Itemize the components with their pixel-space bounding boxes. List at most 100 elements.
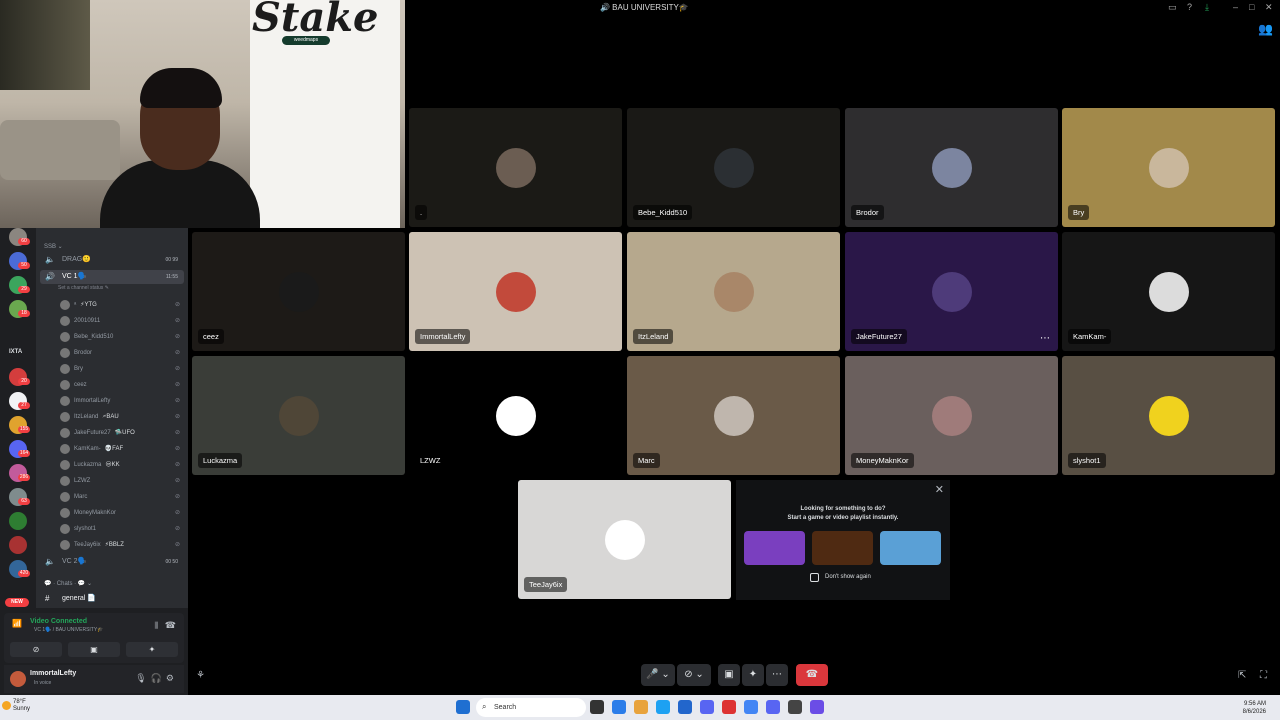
mic-icon[interactable]: 🎙 bbox=[135, 673, 150, 683]
clock[interactable]: 9:56 AM 8/6/2026 bbox=[1243, 700, 1266, 716]
video-tile[interactable]: Brodor bbox=[845, 108, 1058, 227]
edge-icon[interactable] bbox=[656, 700, 670, 714]
voice-user-row[interactable]: ᵃ ⚡YTG ⊘ bbox=[60, 297, 188, 313]
discord-icon[interactable] bbox=[700, 700, 714, 714]
video-tile[interactable]: Luckazma bbox=[192, 356, 405, 475]
end-call-button[interactable]: ☎ bbox=[796, 664, 828, 686]
video-tile[interactable]: MoneyMaknKor bbox=[845, 356, 1058, 475]
app-icon[interactable] bbox=[722, 700, 736, 714]
mic-button[interactable]: 🎤 ⌄ bbox=[641, 664, 675, 686]
task-view-icon[interactable] bbox=[590, 700, 604, 714]
voice-state-icons: ⊘ bbox=[174, 334, 180, 340]
noise-suppression-icon[interactable]: ⫼ bbox=[154, 621, 158, 631]
voice-user-row[interactable]: LZWZ ⊘ bbox=[60, 473, 188, 489]
chats-category-label[interactable]: 💬 · Chats · 💬 ⌄ bbox=[44, 580, 92, 587]
activity-thumbnail[interactable] bbox=[880, 531, 941, 565]
voice-user-row[interactable]: 20010911 ⊘ bbox=[60, 313, 188, 329]
video-tile[interactable]: . bbox=[409, 108, 622, 227]
voice-user-name: Marc bbox=[74, 494, 88, 500]
voice-user-row[interactable]: MoneyMaknKor ⊘ bbox=[60, 505, 188, 521]
voice-user-row[interactable]: ItzLeland 🗲BAU ⊘ bbox=[60, 409, 188, 425]
channel-status-hint[interactable]: Set a channel status ✎ bbox=[58, 285, 109, 291]
gear-icon[interactable]: ⚙ bbox=[166, 673, 178, 683]
app-icon[interactable] bbox=[788, 700, 802, 714]
voice-user-row[interactable]: slyshot1 ⊘ bbox=[60, 521, 188, 537]
video-tile[interactable]: TeeJay6ix bbox=[518, 480, 731, 599]
streamer-hair bbox=[140, 68, 222, 108]
voice-user-name: JakeFuture27 bbox=[74, 430, 111, 436]
server-icon[interactable] bbox=[9, 536, 27, 554]
activities-control[interactable]: ✦ bbox=[742, 664, 764, 686]
camera-button[interactable]: ⊘ ⌄ bbox=[677, 664, 711, 686]
help-icon[interactable]: ? bbox=[1187, 2, 1192, 12]
video-tile[interactable]: ceez bbox=[192, 232, 405, 351]
fullscreen-icon[interactable]: ⛶ bbox=[1260, 670, 1267, 681]
voice-user-row[interactable]: Luckazma 😒KK ⊘ bbox=[60, 457, 188, 473]
dont-show-checkbox[interactable] bbox=[810, 573, 819, 582]
voice-user-row[interactable]: Marc ⊘ bbox=[60, 489, 188, 505]
app-icon[interactable] bbox=[766, 700, 780, 714]
voice-user-row[interactable]: Brodor ⊘ bbox=[60, 345, 188, 361]
popout-icon[interactable]: ⇱ bbox=[1238, 670, 1246, 681]
voice-user-tag: 😒KK bbox=[105, 462, 120, 468]
user-name[interactable]: ImmortalLefty bbox=[30, 670, 76, 677]
voice-channel-drag[interactable]: 🔈 DRAG🙂 00 99 bbox=[40, 253, 184, 267]
video-tile[interactable]: KamKam- bbox=[1062, 232, 1275, 351]
server-text-icon[interactable]: IXTA bbox=[9, 349, 22, 355]
voice-status-subtitle[interactable]: VC 1🗣️ / BAU UNIVERSITY🎓 bbox=[34, 627, 103, 633]
voice-user-row[interactable]: JakeFuture27 🛸UFO ⊘ bbox=[60, 425, 188, 441]
video-tile[interactable]: Bry bbox=[1062, 108, 1275, 227]
video-tile[interactable]: ItzLeland bbox=[627, 232, 840, 351]
voice-user-row[interactable]: ceez ⊘ bbox=[60, 377, 188, 393]
close-icon[interactable]: ✕ bbox=[935, 483, 944, 496]
screen-share-control[interactable]: ▣ bbox=[718, 664, 740, 686]
activity-thumbnail[interactable] bbox=[812, 531, 873, 565]
video-tile[interactable]: JakeFuture27 ⋯ bbox=[845, 232, 1058, 351]
disconnect-icon[interactable]: ☎ bbox=[165, 620, 176, 631]
headphones-icon[interactable]: 🎧 bbox=[151, 673, 166, 683]
close-window-icon[interactable]: ✕ bbox=[1265, 2, 1273, 13]
voice-state-icons: ⊘ bbox=[174, 494, 180, 500]
weather-widget[interactable]: 78°F Sunny bbox=[13, 699, 30, 713]
voice-user-name: MoneyMaknKor bbox=[74, 510, 117, 516]
app-icon[interactable] bbox=[612, 700, 626, 714]
video-tile[interactable]: ImmortalLefty bbox=[409, 232, 622, 351]
app-icon[interactable] bbox=[810, 700, 824, 714]
text-channel-general[interactable]: # general 📄 bbox=[40, 592, 184, 606]
voice-user-row[interactable]: KamKam- 💀FAF ⊘ bbox=[60, 441, 188, 457]
chrome-icon[interactable] bbox=[744, 700, 758, 714]
inbox-icon[interactable]: ▭ bbox=[1168, 2, 1177, 13]
video-off-button[interactable]: ⊘ bbox=[10, 642, 62, 657]
video-tile[interactable]: Bebe_Kidd510 bbox=[627, 108, 840, 227]
voice-user-row[interactable]: ImmortalLefty ⊘ bbox=[60, 393, 188, 409]
video-tile[interactable]: Marc bbox=[627, 356, 840, 475]
folder-icon[interactable] bbox=[634, 700, 648, 714]
screen-share-button[interactable]: ▣ bbox=[68, 642, 120, 657]
voice-user-row[interactable]: TeeJay6ix ⚡BBLZ ⊘ bbox=[60, 537, 188, 553]
participant-name: TeeJay6ix bbox=[524, 577, 568, 592]
activity-thumbnail[interactable] bbox=[744, 531, 805, 565]
avatar[interactable] bbox=[10, 671, 26, 687]
people-icon[interactable]: 👥 bbox=[1258, 22, 1273, 36]
category-label[interactable]: SSB ⌄ bbox=[44, 243, 63, 250]
windows-start-icon[interactable] bbox=[456, 700, 470, 714]
app-icon[interactable] bbox=[678, 700, 692, 714]
window-title: 🔊 BAU UNIVERSITY🎓 bbox=[600, 3, 689, 12]
server-icon[interactable] bbox=[9, 512, 27, 530]
download-icon[interactable]: ⤓ bbox=[1205, 2, 1209, 13]
activity-button[interactable]: ✦ bbox=[126, 642, 178, 657]
voice-channel-vc2[interactable]: 🔈 VC 2🗣️ 00 50 bbox=[40, 555, 184, 569]
tile-more-icon[interactable]: ⋯ bbox=[1040, 333, 1050, 344]
video-tile[interactable]: slyshot1 bbox=[1062, 356, 1275, 475]
soundboard-icon[interactable]: ⚘ bbox=[196, 670, 205, 681]
video-tile[interactable]: LZWZ bbox=[409, 356, 622, 475]
taskbar-search[interactable]: Search bbox=[476, 698, 586, 717]
voice-state-icons: ⊘ bbox=[174, 526, 180, 532]
maximize-icon[interactable]: □ bbox=[1249, 2, 1254, 12]
voice-user-row[interactable]: Bebe_Kidd510 ⊘ bbox=[60, 329, 188, 345]
voice-user-row[interactable]: Bry ⊘ bbox=[60, 361, 188, 377]
voice-channel-vc1[interactable]: 🔊 VC 1🗣️ 11:55 bbox=[40, 270, 184, 284]
voice-state-icons: ⊘ bbox=[174, 350, 180, 356]
more-options-button[interactable]: ⋯ bbox=[766, 664, 788, 686]
minimize-icon[interactable]: – bbox=[1233, 2, 1238, 12]
